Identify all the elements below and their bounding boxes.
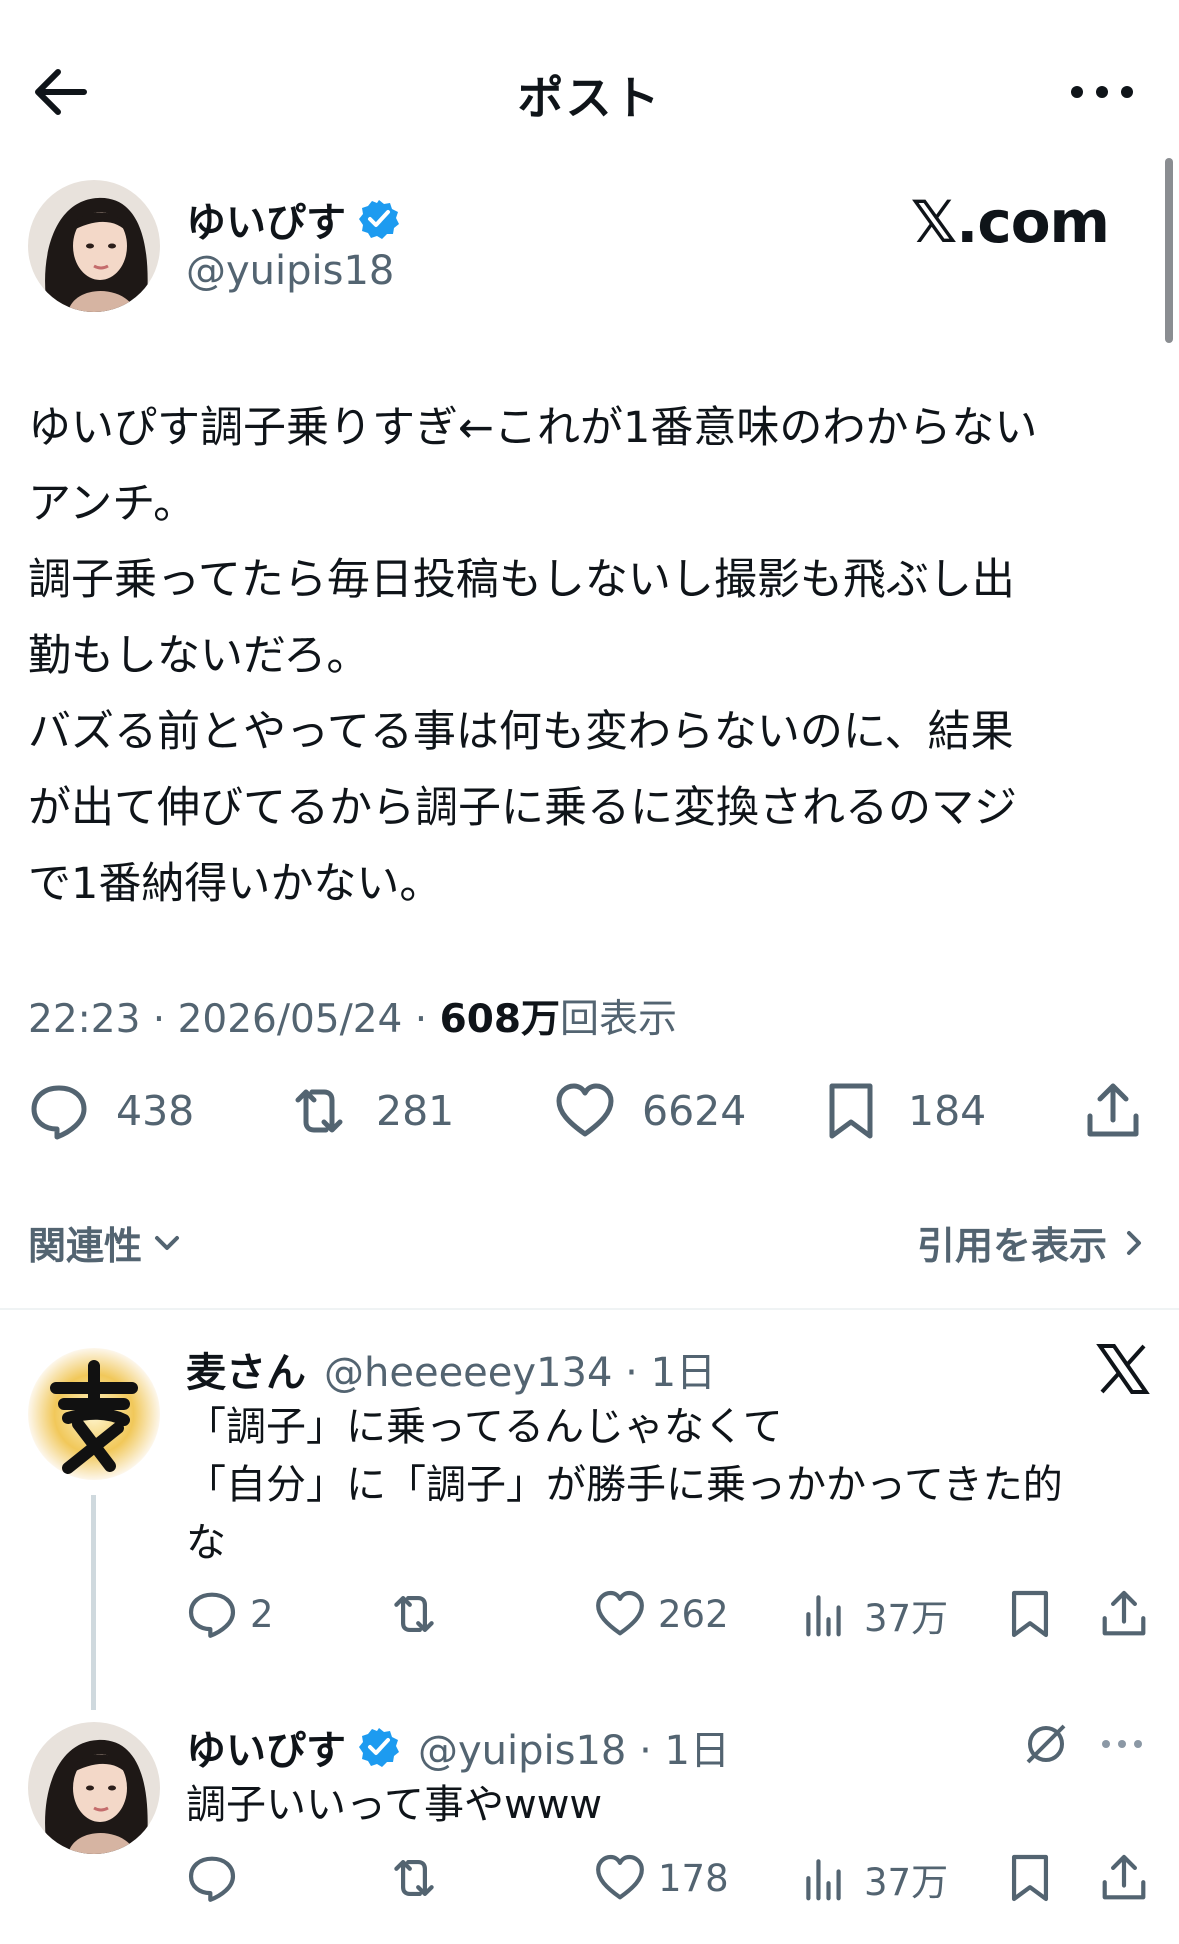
- views-count: 37万: [864, 1597, 949, 1640]
- view-label: 回表示: [559, 997, 677, 1042]
- share-button[interactable]: [1082, 1080, 1170, 1142]
- views-icon: [806, 1859, 841, 1901]
- more-icon[interactable]: [1067, 72, 1137, 112]
- post-timestamp: 22:23 · 2026/05/24 ·: [28, 997, 440, 1042]
- like-count: 6624: [642, 1087, 747, 1135]
- views-icon: [806, 1595, 841, 1637]
- repost-count: 281: [376, 1087, 455, 1135]
- like-icon: [596, 1854, 644, 1900]
- author-name-row[interactable]: ゆいぴす: [186, 190, 400, 248]
- quotes-label: 引用を表示: [916, 1224, 1107, 1268]
- author-name[interactable]: ゆいぴす: [186, 190, 346, 248]
- like-count: 262: [658, 1592, 729, 1636]
- bookmark-icon: [1011, 1590, 1049, 1638]
- reply-avatar[interactable]: [28, 1348, 160, 1480]
- top-bar: ポスト: [0, 0, 1179, 180]
- post-text: ゆいぴす調子乗りすぎ←これが1番意味のわからない アンチ。 調子乗ってたら毎日投…: [28, 403, 1038, 909]
- x-logo-icon: [1096, 1344, 1150, 1394]
- bookmark-count: 184: [908, 1087, 987, 1135]
- like-button[interactable]: 6624: [554, 1080, 746, 1142]
- view-quotes-link[interactable]: 引用を表示: [917, 1215, 1151, 1270]
- reply-text: 「調子」に乗ってるんじゃなくて 「自分」に「調子」が勝手に乗っかかってきた的 な: [186, 1404, 1063, 1566]
- repost-icon: [394, 1595, 434, 1633]
- reply-button[interactable]: [186, 1852, 250, 1904]
- reply-avatar[interactable]: [28, 1722, 160, 1854]
- views-count: 37万: [864, 1861, 949, 1904]
- avatar[interactable]: [28, 180, 160, 312]
- share-button[interactable]: [1098, 1588, 1162, 1640]
- sort-dropdown[interactable]: 関連性: [28, 1215, 184, 1270]
- share-button[interactable]: [1098, 1852, 1162, 1904]
- share-icon: [1087, 1083, 1139, 1137]
- share-icon: [1102, 1854, 1146, 1900]
- sort-label: 関連性: [28, 1224, 143, 1268]
- repost-icon: [394, 1859, 434, 1897]
- bookmark-icon: [1011, 1854, 1049, 1902]
- like-button[interactable]: 262: [594, 1588, 729, 1640]
- repost-button[interactable]: 281: [288, 1080, 454, 1142]
- post-action-bar: 438 281 6624 184: [0, 1080, 1179, 1150]
- reply-header: ゆいぴす @yuipis18 · 1日: [186, 1718, 730, 1776]
- reply-count: 2: [250, 1592, 274, 1636]
- reply-icon: [31, 1085, 87, 1140]
- reply-count: 438: [116, 1087, 195, 1135]
- views-button[interactable]: 37万: [800, 1852, 948, 1906]
- divider: [0, 1308, 1179, 1310]
- grok-icon[interactable]: [1022, 1720, 1070, 1768]
- verified-badge-icon: [359, 200, 399, 239]
- reply-icon: [188, 1592, 236, 1638]
- reply-icon: [188, 1856, 236, 1902]
- page-title: ポスト: [517, 71, 662, 125]
- bookmark-button[interactable]: 184: [820, 1080, 986, 1142]
- views-button[interactable]: 37万: [800, 1588, 948, 1642]
- chevron-down-icon: [155, 1235, 180, 1250]
- reply-text: 調子いいって事やwww: [186, 1782, 603, 1828]
- repost-icon: [295, 1089, 343, 1133]
- verified-badge-icon: [359, 1728, 399, 1767]
- like-icon: [596, 1590, 644, 1636]
- reply-action-bar: 2 262 37万: [0, 1588, 1179, 1648]
- bookmark-button[interactable]: [1004, 1588, 1068, 1640]
- chevron-right-icon: [1127, 1230, 1141, 1255]
- like-icon: [556, 1083, 614, 1137]
- reply-action-bar: 178 37万: [0, 1852, 1179, 1912]
- repost-button[interactable]: [388, 1852, 452, 1904]
- reply-button[interactable]: 2: [186, 1588, 274, 1640]
- view-count: 608万: [439, 997, 560, 1042]
- author-handle[interactable]: @yuipis18: [186, 248, 394, 294]
- post-meta: 22:23 · 2026/05/24 · 608万回表示: [28, 988, 677, 1044]
- reply-button[interactable]: 438: [28, 1080, 194, 1142]
- reply-header: 麦さん @heeeeey134 · 1日: [186, 1340, 716, 1398]
- bookmark-button[interactable]: [1004, 1852, 1068, 1904]
- x-com-brand: 𝕏.com: [910, 188, 1110, 256]
- like-button[interactable]: 178: [594, 1852, 729, 1904]
- reply-author-handle[interactable]: @yuipis18 · 1日: [418, 1718, 730, 1776]
- share-icon: [1102, 1590, 1146, 1636]
- like-count: 178: [658, 1856, 729, 1900]
- reply-author-name[interactable]: 麦さん: [186, 1340, 306, 1398]
- bookmark-icon: [829, 1083, 873, 1139]
- repost-button[interactable]: [388, 1588, 452, 1640]
- reply-author-name[interactable]: ゆいぴす: [186, 1718, 346, 1776]
- scrollbar[interactable]: [1165, 158, 1173, 343]
- more-icon[interactable]: [1098, 1732, 1146, 1756]
- reply-author-handle[interactable]: @heeeeey134 · 1日: [324, 1340, 716, 1398]
